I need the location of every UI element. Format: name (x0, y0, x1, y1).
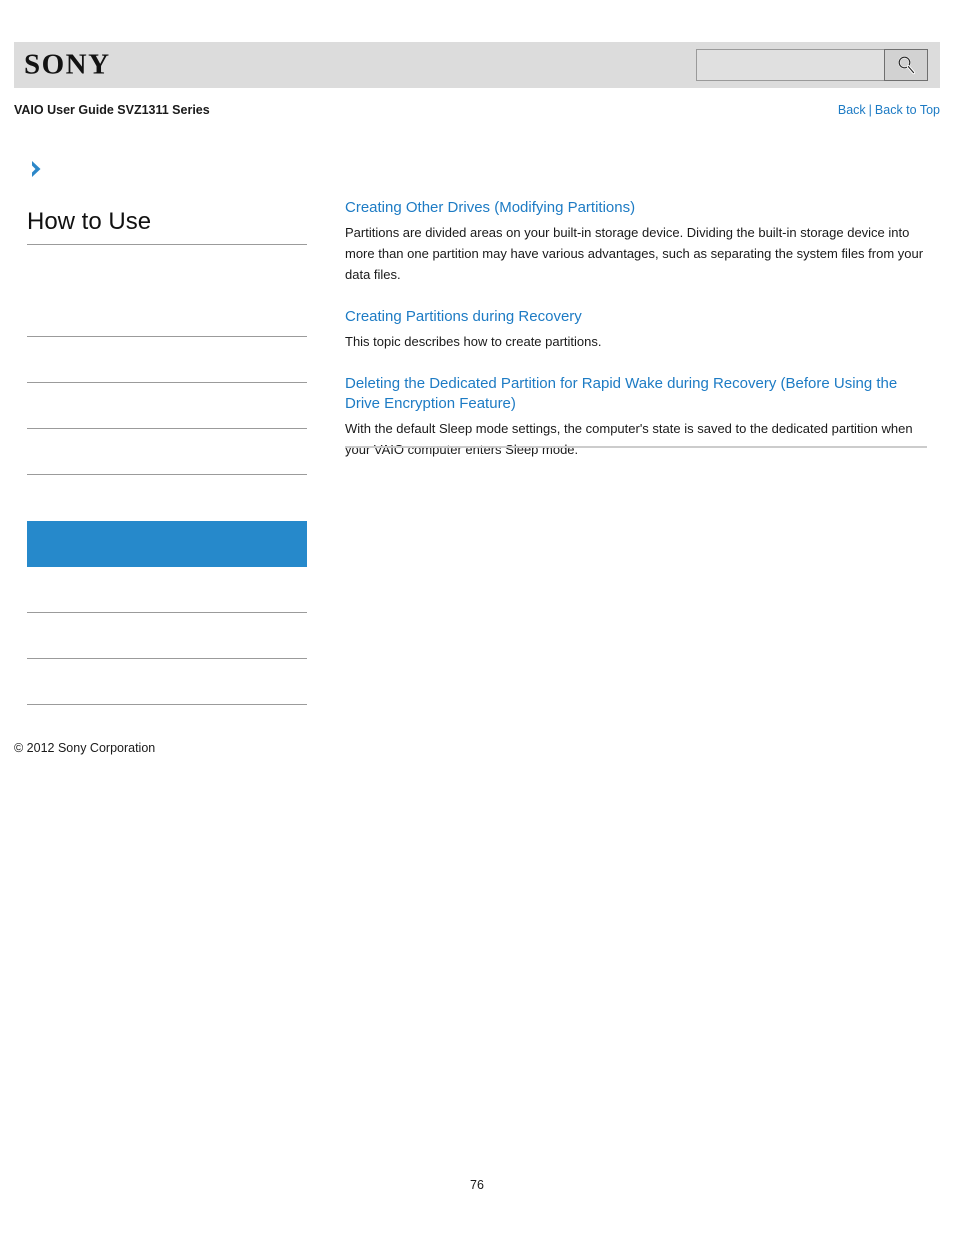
topic-description: With the default Sleep mode settings, th… (345, 421, 913, 457)
sidebar-item-5[interactable] (27, 429, 307, 475)
sidebar-item-1[interactable] (27, 245, 307, 291)
copyright-text: © 2012 Sony Corporation (14, 741, 156, 755)
topic-item: Creating Partitions during Recovery This… (345, 307, 927, 352)
topic-description: This topic describes how to create parti… (345, 334, 602, 349)
breadcrumb: VAIO User Guide SVZ1311 Series Back | Back… (14, 100, 940, 120)
back-to-top-link[interactable]: Back to Top (875, 103, 940, 117)
sidebar-item-2[interactable] (27, 291, 307, 337)
content-divider (345, 446, 927, 448)
main-content: Creating Other Drives (Modifying Partiti… (345, 198, 927, 482)
page-title: VAIO User Guide SVZ1311 Series (14, 103, 210, 117)
back-link[interactable]: Back (838, 103, 866, 117)
header-bar: SONY (14, 42, 940, 88)
header-nav-links: Back | Back to Top (838, 103, 940, 117)
sidebar-item-6[interactable] (27, 475, 307, 521)
sony-logo: SONY (24, 48, 111, 81)
search-input[interactable] (696, 49, 884, 81)
sidebar-item-10[interactable] (27, 659, 307, 705)
nav-separator: | (868, 103, 872, 117)
sidebar-heading: How to Use (27, 210, 307, 245)
sidebar-item-4[interactable] (27, 383, 307, 429)
topic-link[interactable]: Deleting the Dedicated Partition for Rap… (345, 374, 927, 414)
topic-link[interactable]: Creating Partitions during Recovery (345, 307, 927, 327)
sidebar-item-8[interactable] (27, 567, 307, 613)
sidebar-item-3[interactable] (27, 337, 307, 383)
chevron-right-icon[interactable] (27, 158, 49, 180)
sidebar-item-9[interactable] (27, 613, 307, 659)
topic-description: Partitions are divided areas on your bui… (345, 225, 924, 282)
topic-link[interactable]: Creating Other Drives (Modifying Partiti… (345, 198, 927, 218)
sidebar: How to Use (27, 158, 307, 705)
search-icon (895, 54, 917, 76)
sidebar-item-selected[interactable] (27, 521, 307, 567)
page-number: 76 (470, 1178, 484, 1192)
topic-item: Creating Other Drives (Modifying Partiti… (345, 198, 927, 285)
search-area (696, 49, 928, 81)
sidebar-list (27, 245, 307, 705)
search-button[interactable] (884, 49, 928, 81)
